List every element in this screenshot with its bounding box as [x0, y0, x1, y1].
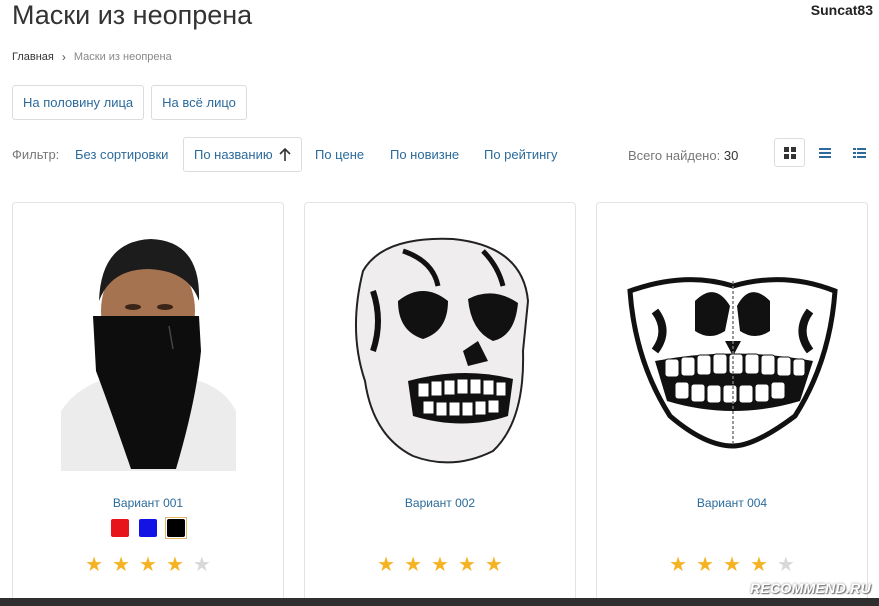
grid-view-icon: [783, 146, 796, 159]
page-title: Маски из неопрена: [12, 0, 253, 30]
star-empty-icon: ★: [776, 554, 795, 576]
product-image[interactable]: [305, 228, 575, 473]
subcategory-half-face-button[interactable]: На половину лица: [12, 85, 145, 120]
detailed-list-view-icon: [853, 147, 866, 158]
product-image[interactable]: [13, 228, 283, 473]
skull-full-face-mask-image: [354, 237, 529, 463]
color-swatch-red[interactable]: [109, 517, 131, 539]
sort-by-newness-link[interactable]: По новизне: [390, 147, 459, 162]
sort-none-link[interactable]: Без сортировки: [75, 147, 168, 162]
filter-label: Фильтр:: [12, 147, 60, 162]
list-view-icon: [818, 147, 831, 158]
rating-stars: ★ ★ ★ ★ ★: [597, 555, 867, 575]
man-black-neoprene-half-mask-image: [60, 230, 236, 471]
recommend-watermark: RECOMMEND.RU: [749, 580, 871, 596]
star-filled-icon: ★: [457, 554, 476, 576]
sort-by-name-label: По названию: [194, 147, 273, 162]
sort-by-rating-link[interactable]: По рейтингу: [484, 147, 558, 162]
bottom-bar: [0, 598, 879, 606]
total-found-label: Всего найдено:: [628, 148, 721, 163]
arrow-up-icon: [279, 147, 291, 161]
star-filled-icon: ★: [723, 554, 741, 576]
username-watermark: Suncat83: [810, 2, 873, 18]
star-filled-icon: ★: [404, 554, 423, 576]
total-found-count: 30: [723, 148, 739, 163]
color-swatch-black[interactable]: [165, 517, 187, 539]
grid-view-button[interactable]: [774, 138, 805, 167]
color-swatches: [13, 517, 283, 539]
rating-stars: ★ ★ ★ ★ ★: [13, 555, 283, 575]
product-name[interactable]: Вариант 004: [597, 496, 867, 510]
skull-half-face-mask-image: [626, 276, 838, 449]
color-swatch-blue[interactable]: [137, 517, 159, 539]
star-empty-icon: ★: [192, 554, 211, 576]
star-filled-icon: ★: [431, 554, 449, 576]
star-filled-icon: ★: [112, 554, 131, 576]
star-filled-icon: ★: [139, 554, 157, 576]
star-filled-icon: ★: [696, 554, 715, 576]
product-card[interactable]: Вариант 002 ★ ★ ★ ★ ★: [304, 202, 576, 606]
star-filled-icon: ★: [669, 554, 688, 576]
star-filled-icon: ★: [165, 554, 184, 576]
sort-by-price-link[interactable]: По цене: [315, 147, 364, 162]
product-card[interactable]: Вариант 001 ★ ★ ★ ★ ★: [12, 202, 284, 606]
star-filled-icon: ★: [749, 554, 768, 576]
product-name[interactable]: Вариант 001: [13, 496, 283, 510]
breadcrumb-current: Маски из неопрена: [73, 51, 172, 63]
rating-stars: ★ ★ ★ ★ ★: [305, 555, 575, 575]
breadcrumb-home-link[interactable]: Главная: [12, 51, 54, 63]
product-image[interactable]: [597, 228, 867, 473]
star-filled-icon: ★: [484, 554, 503, 576]
subcategory-buttons: На половину лица На всё лицо: [12, 85, 247, 120]
star-filled-icon: ★: [377, 554, 396, 576]
subcategory-full-face-button[interactable]: На всё лицо: [151, 85, 247, 120]
sort-by-name-button[interactable]: По названию: [183, 137, 302, 172]
product-card[interactable]: Вариант 004 ★ ★ ★ ★ ★: [596, 202, 868, 606]
breadcrumb-separator: ›: [61, 50, 66, 64]
detailed-list-view-button[interactable]: [844, 138, 875, 167]
breadcrumb: Главная › Маски из неопрена: [12, 50, 172, 64]
star-filled-icon: ★: [85, 554, 104, 576]
list-view-button[interactable]: [809, 138, 840, 167]
filter-bar: Фильтр: Без сортировки По названию По це…: [12, 137, 870, 173]
total-found: Всего найдено: 30: [628, 148, 738, 163]
product-name[interactable]: Вариант 002: [305, 496, 575, 510]
